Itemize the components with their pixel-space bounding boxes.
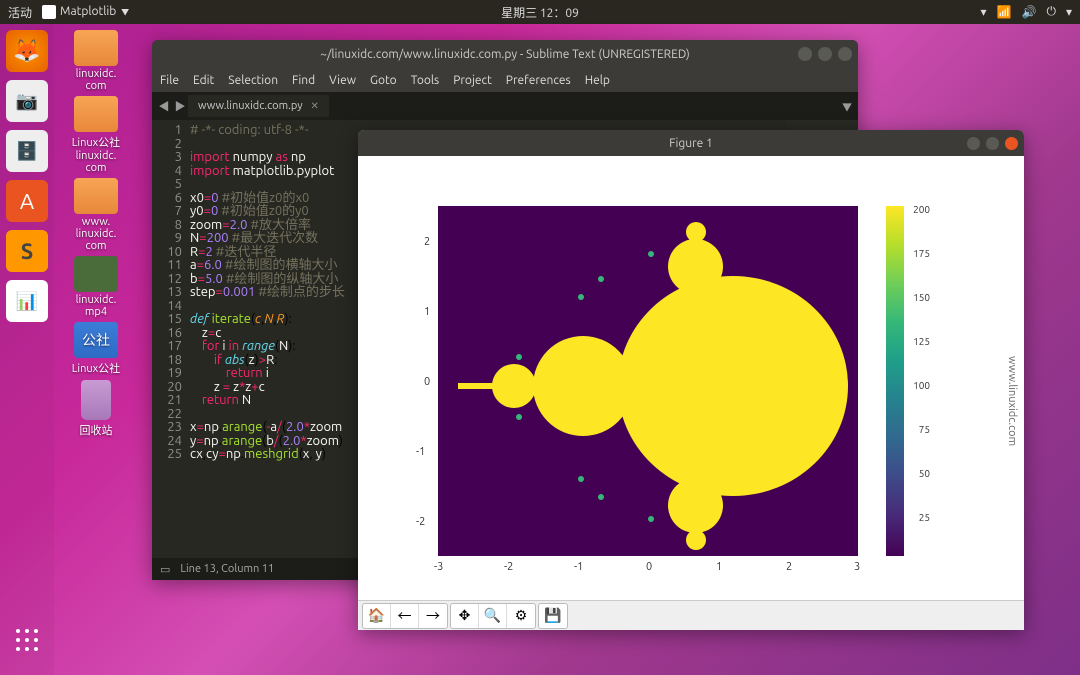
dock-files[interactable]: 🗄️ bbox=[6, 130, 48, 172]
tab-scroll-left[interactable]: ◀ bbox=[156, 98, 172, 114]
matplotlib-toolbar: 🏠 ← → ✥ 🔍 ⚙ 💾 bbox=[358, 600, 1024, 630]
cb-tick: 200 bbox=[913, 204, 930, 215]
pan-button[interactable]: ✥ bbox=[451, 604, 479, 628]
menu-preferences[interactable]: Preferences bbox=[506, 74, 571, 87]
minimize-button[interactable] bbox=[967, 137, 980, 150]
x-tick: 1 bbox=[716, 561, 722, 573]
status-position[interactable]: Line 13, Column 11 bbox=[180, 563, 274, 575]
colorbar bbox=[886, 206, 904, 556]
x-tick: -3 bbox=[434, 561, 443, 573]
activities-button[interactable]: 活动 bbox=[8, 4, 32, 21]
menu-goto[interactable]: Goto bbox=[370, 74, 397, 87]
menu-tools[interactable]: Tools bbox=[411, 74, 440, 87]
cb-tick: 50 bbox=[919, 468, 930, 479]
network-icon[interactable]: 📶 bbox=[997, 5, 1012, 19]
x-tick: 3 bbox=[854, 561, 860, 573]
y-tick: -1 bbox=[416, 446, 425, 458]
cb-tick: 25 bbox=[919, 512, 930, 523]
desktop-trash[interactable]: 回收站 bbox=[60, 380, 132, 438]
back-button[interactable]: ← bbox=[391, 604, 419, 628]
window-titlebar[interactable]: ~/linuxidc.com/www.linuxidc.com.py - Sub… bbox=[152, 40, 858, 68]
tab-close-icon[interactable]: ✕ bbox=[311, 100, 319, 112]
cb-tick: 125 bbox=[913, 336, 930, 347]
figure-titlebar[interactable]: Figure 1 bbox=[358, 130, 1024, 156]
forward-button[interactable]: → bbox=[419, 604, 447, 628]
gutter: 1234567891011121314151617181920212223242… bbox=[152, 120, 190, 466]
watermark: www.linuxidc.com bbox=[1006, 356, 1018, 446]
configure-button[interactable]: ⚙ bbox=[507, 604, 535, 628]
x-tick: 2 bbox=[786, 561, 792, 573]
cb-tick: 100 bbox=[913, 380, 930, 391]
menu-file[interactable]: File bbox=[160, 74, 179, 87]
desktop-folder[interactable]: linuxidc. com bbox=[60, 30, 132, 92]
x-tick: -1 bbox=[574, 561, 583, 573]
close-button[interactable] bbox=[1005, 137, 1018, 150]
save-button[interactable]: 💾 bbox=[539, 604, 567, 628]
y-tick: 1 bbox=[424, 306, 430, 318]
figure-canvas[interactable]: -3 -2 -1 0 1 2 3 -2 -1 0 1 2 200 175 150… bbox=[358, 156, 1024, 600]
maximize-button[interactable] bbox=[818, 47, 832, 61]
desktop-folder[interactable]: Linux公社 linuxidc. com bbox=[60, 96, 132, 174]
y-tick: 0 bbox=[424, 376, 430, 388]
x-tick: -2 bbox=[504, 561, 513, 573]
dock-camera[interactable]: 📷 bbox=[6, 80, 48, 122]
dock-software[interactable]: A bbox=[6, 180, 48, 222]
desktop-image[interactable]: 公社Linux公社 bbox=[60, 322, 132, 376]
menu-project[interactable]: Project bbox=[453, 74, 492, 87]
menu-help[interactable]: Help bbox=[585, 74, 610, 87]
matplotlib-window: Figure 1 -3 -2 -1 bbox=[358, 130, 1024, 630]
plot-area bbox=[438, 206, 858, 556]
status-icon: ▭ bbox=[160, 563, 170, 576]
menu-view[interactable]: View bbox=[329, 74, 356, 87]
tab-overflow-icon[interactable]: ▼ bbox=[842, 99, 852, 114]
x-tick: 0 bbox=[646, 561, 652, 573]
tab-file[interactable]: www.linuxidc.com.py ✕ bbox=[188, 95, 329, 117]
desktop: linuxidc. com Linux公社 linuxidc. com www.… bbox=[60, 30, 132, 442]
desktop-video[interactable]: linuxidc. mp4 bbox=[60, 256, 132, 318]
app-indicator[interactable]: Matplotlib ▼ bbox=[42, 5, 129, 19]
desktop-folder[interactable]: www. linuxidc. com bbox=[60, 178, 132, 252]
minimize-button[interactable] bbox=[798, 47, 812, 61]
dock-sublime[interactable]: S bbox=[6, 230, 48, 272]
dropdown-icon[interactable]: ▾ bbox=[981, 5, 987, 19]
volume-icon[interactable]: 🔊 bbox=[1022, 5, 1037, 19]
window-title: ~/linuxidc.com/www.linuxidc.com.py - Sub… bbox=[320, 48, 690, 61]
maximize-button[interactable] bbox=[986, 137, 999, 150]
tabbar: ◀ ▶ www.linuxidc.com.py ✕ ▼ bbox=[152, 92, 858, 120]
figure-title: Figure 1 bbox=[669, 137, 713, 150]
zoom-button[interactable]: 🔍 bbox=[479, 604, 507, 628]
top-panel: 活动 Matplotlib ▼ 星期三 12：09 ▾ 📶 🔊 ⏻ ▾ bbox=[0, 0, 1080, 24]
menubar: File Edit Selection Find View Goto Tools… bbox=[152, 68, 858, 92]
tab-label: www.linuxidc.com.py bbox=[198, 100, 303, 112]
menu-edit[interactable]: Edit bbox=[193, 74, 214, 87]
dock-firefox[interactable]: 🦊 bbox=[6, 30, 48, 72]
dropdown-icon[interactable]: ▾ bbox=[1066, 5, 1072, 19]
power-icon[interactable]: ⏻ bbox=[1046, 5, 1056, 19]
code-area[interactable]: # -*- coding: utf-8 -*- import numpy as … bbox=[190, 120, 345, 466]
y-tick: -2 bbox=[416, 516, 425, 528]
menu-selection[interactable]: Selection bbox=[228, 74, 278, 87]
dock: 🦊 📷 🗄️ A S 📊 bbox=[0, 24, 54, 675]
clock[interactable]: 星期三 12：09 bbox=[501, 4, 579, 21]
cb-tick: 175 bbox=[913, 248, 930, 259]
show-apps-button[interactable] bbox=[6, 619, 48, 661]
tab-scroll-right[interactable]: ▶ bbox=[172, 98, 188, 114]
dock-matplotlib[interactable]: 📊 bbox=[6, 280, 48, 322]
cb-tick: 75 bbox=[919, 424, 930, 435]
home-button[interactable]: 🏠 bbox=[363, 604, 391, 628]
cb-tick: 150 bbox=[913, 292, 930, 303]
menu-find[interactable]: Find bbox=[292, 74, 315, 87]
y-tick: 2 bbox=[424, 236, 430, 248]
close-button[interactable] bbox=[838, 47, 852, 61]
